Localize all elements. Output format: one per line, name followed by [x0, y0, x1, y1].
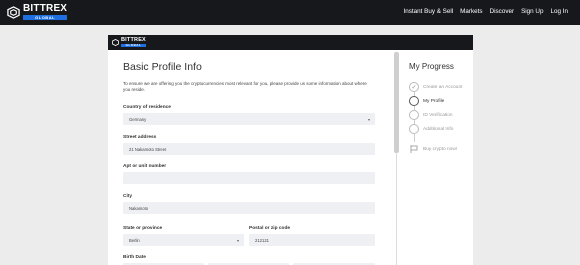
postal-code-input[interactable]: 212121 — [249, 234, 375, 246]
bittrex-logo-icon — [7, 5, 20, 19]
city-label: City — [123, 194, 133, 199]
street-group: Street address 21 Nakamoto Street — [123, 135, 375, 155]
state-value: Berlin — [129, 237, 140, 243]
step-label: ID Verification — [423, 112, 453, 118]
main-nav: Instant Buy & Sell Markets Discover Sign… — [403, 8, 568, 15]
step-buy-crypto: Buy crypto now! — [409, 145, 457, 153]
country-group: Country of residence Germany ▾ — [123, 105, 375, 125]
step-label: Create an Account — [423, 84, 463, 90]
step-circle-icon — [409, 124, 419, 134]
flag-icon — [410, 145, 418, 153]
apt-group: Apt or unit number — [123, 164, 375, 184]
step-active-circle-icon — [409, 96, 419, 106]
brand-name: BITTREX — [23, 3, 68, 14]
city-value: Nakamoto — [129, 205, 149, 211]
step-label: Buy crypto now! — [423, 146, 458, 152]
brand-sub: GLOBAL — [23, 15, 68, 20]
step-circle-icon — [409, 110, 419, 120]
nav-markets[interactable]: Markets — [460, 8, 482, 15]
check-icon: ✓ — [409, 82, 419, 92]
country-select[interactable]: Germany ▾ — [123, 113, 375, 125]
city-group: City Nakamoto — [123, 194, 375, 214]
street-address-input[interactable]: 21 Nakamoto Street — [123, 143, 375, 155]
street-value: 21 Nakamoto Street — [129, 146, 167, 152]
city-input[interactable]: Nakamoto — [123, 202, 375, 214]
card-logo: BITTREX GLOBAL — [112, 37, 146, 47]
nav-instant-buy-sell[interactable]: Instant Buy & Sell — [403, 8, 453, 15]
street-label: Street address — [123, 135, 157, 140]
step-id-verification: ID Verification — [409, 110, 453, 120]
top-nav-bar: BITTREX GLOBAL Instant Buy & Sell Market… — [0, 0, 580, 25]
step-additional-info: Additional Info — [409, 124, 453, 134]
basic-profile-form: Basic Profile Info To ensure we are offe… — [123, 61, 376, 265]
birth-date-label: Birth Date — [123, 255, 146, 260]
state-group: State or province Berlin ▾ — [123, 226, 244, 246]
bittrex-logo[interactable]: BITTREX GLOBAL — [7, 3, 68, 20]
progress-connector — [414, 134, 415, 142]
nav-log-in[interactable]: Log In — [550, 8, 568, 15]
step-create-account: ✓ Create an Account — [409, 82, 462, 92]
chevron-down-icon: ▾ — [236, 238, 239, 243]
country-label: Country of residence — [123, 105, 171, 110]
card-brand-sub: GLOBAL — [121, 44, 146, 47]
chevron-down-icon: ▾ — [367, 117, 370, 122]
state-label: State or province — [123, 226, 163, 231]
nav-sign-up[interactable]: Sign Up — [521, 8, 543, 15]
apt-label: Apt or unit number — [123, 164, 167, 169]
postal-value: 212121 — [255, 237, 269, 243]
card-header: BITTREX GLOBAL — [108, 35, 473, 50]
step-label: My Profile — [423, 98, 445, 104]
nav-discover[interactable]: Discover — [490, 8, 515, 15]
bittrex-logo-icon — [112, 38, 119, 46]
postal-label: Postal or zip code — [249, 226, 291, 231]
step-label: Additional Info — [423, 126, 454, 132]
form-title: Basic Profile Info — [123, 61, 202, 73]
postal-group: Postal or zip code 212121 — [249, 226, 375, 246]
state-select[interactable]: Berlin ▾ — [123, 234, 244, 246]
apt-unit-input[interactable] — [123, 172, 375, 184]
birth-group: Birth Date — [123, 255, 375, 265]
progress-title: My Progress — [409, 62, 454, 71]
step-my-profile: My Profile — [409, 96, 444, 106]
form-description: To ensure we are offering you the crypto… — [123, 81, 367, 92]
country-value: Germany — [129, 116, 147, 122]
scrollbar-thumb[interactable] — [394, 52, 399, 153]
